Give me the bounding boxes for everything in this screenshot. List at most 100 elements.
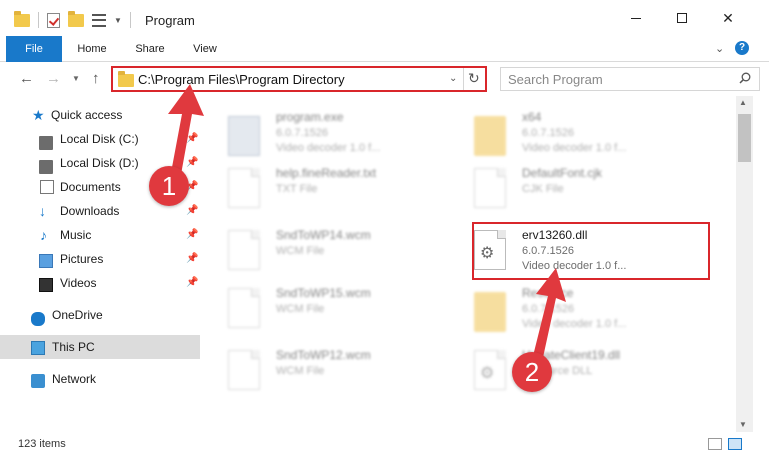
maximize-button[interactable] [659, 0, 705, 36]
new-folder-icon[interactable] [68, 10, 84, 27]
tab-share[interactable]: Share [128, 36, 172, 62]
sidebar-item-onedrive[interactable]: OneDrive [0, 303, 200, 327]
file-icon [228, 350, 260, 390]
sidebar-item-label: Documents [60, 180, 121, 194]
forward-arrow-icon[interactable]: → [46, 70, 61, 87]
file-item[interactable]: SndToWP15.wcm WCM File [228, 284, 468, 332]
video-icon [39, 278, 53, 292]
file-item[interactable]: Resource 6.0.7.1526 Video decoder 1.0 f.… [474, 284, 714, 332]
folder-icon [118, 71, 134, 87]
status-bar: 123 items [0, 432, 769, 456]
sidebar-item-pictures[interactable]: Pictures 📌 [0, 247, 200, 271]
folder-icon [474, 292, 506, 332]
pin-icon[interactable]: 📌 [186, 229, 198, 240]
file-description: Video decoder 1.0 f... [522, 318, 627, 330]
file-item[interactable]: x64 6.0.7.1526 Video decoder 1.0 f... [474, 108, 714, 156]
dll-gear-icon: ⚙ [474, 350, 506, 390]
up-arrow-icon[interactable]: ↑ [92, 70, 100, 87]
sidebar-item-label: OneDrive [52, 308, 103, 322]
properties-check-icon[interactable] [47, 12, 60, 28]
scrollbar-thumb[interactable] [738, 114, 751, 162]
back-arrow-icon[interactable]: ← [19, 70, 34, 87]
download-icon: ↓ [39, 203, 46, 219]
computer-icon [31, 341, 45, 355]
file-icon [228, 230, 260, 270]
callout-step-1: 1 [149, 166, 189, 206]
expand-ribbon-chevron-icon[interactable]: ⌄ [715, 42, 724, 55]
file-item[interactable]: program.exe 6.0.7.1526 Video decoder 1.0… [228, 108, 468, 156]
file-name: SndToWP14.wcm [276, 228, 371, 242]
file-version: 6.0.7.1526 [522, 127, 574, 139]
address-chevron-down-icon[interactable]: ⌄ [449, 73, 457, 84]
vertical-scrollbar[interactable]: ▲ ▼ [736, 96, 753, 432]
file-item[interactable]: DefaultFont.cjk CJK File [474, 164, 714, 212]
file-name: Resource [522, 286, 574, 300]
sidebar-item-local-disk-c[interactable]: Local Disk (C:) 📌 [0, 127, 200, 151]
sidebar-item-label: Downloads [60, 204, 120, 218]
recent-locations-chevron-icon[interactable]: ▼ [72, 74, 80, 83]
disk-icon [39, 136, 53, 150]
sidebar-item-label: Pictures [60, 252, 104, 266]
close-button[interactable]: ✕ [705, 0, 751, 36]
file-icon [228, 288, 260, 328]
sidebar-item-label: Music [60, 228, 92, 242]
pin-icon[interactable]: 📌 [186, 133, 198, 144]
minimize-icon [631, 17, 641, 19]
properties-list-icon[interactable] [92, 13, 106, 27]
pin-icon[interactable]: 📌 [186, 205, 198, 216]
sidebar-item-network[interactable]: Network [0, 367, 200, 391]
callout-step-2: 2 [512, 352, 552, 392]
file-item[interactable]: help.fineReader.txt TXT File [228, 164, 468, 212]
file-name: x64 [522, 110, 542, 124]
sidebar-item-label: Videos [60, 276, 97, 290]
sidebar-item-music[interactable]: ♪ Music 📌 [0, 223, 200, 247]
file-version: 6.0.7.1526 [276, 127, 328, 139]
refresh-icon[interactable]: ↻ [468, 70, 480, 87]
chevron-down-icon[interactable]: ▼ [114, 16, 122, 25]
search-box[interactable]: Search Program [500, 67, 760, 91]
file-type: WCM File [276, 303, 325, 315]
minimize-button[interactable] [613, 0, 659, 36]
close-icon: ✕ [722, 9, 734, 26]
tab-view[interactable]: View [186, 36, 224, 62]
document-icon [40, 180, 54, 194]
file-type: WCM File [276, 365, 325, 377]
tab-file[interactable]: File [6, 36, 62, 62]
scroll-down-icon[interactable]: ▼ [739, 420, 747, 429]
network-icon [31, 374, 45, 388]
file-name: SndToWP15.wcm [276, 286, 371, 300]
details-view-icon[interactable] [708, 438, 722, 450]
address-bar[interactable]: C:\Program Files\Program Directory ⌄ ↻ [111, 66, 487, 92]
sidebar-item-quick-access[interactable]: ★ Quick access [0, 103, 200, 127]
file-item[interactable]: ⚙ UpdateClient19.dll Resource DLL [474, 346, 714, 394]
folder-icon [474, 116, 506, 156]
toolbar-separator [129, 12, 131, 28]
file-item[interactable]: SndToWP14.wcm WCM File [228, 226, 468, 274]
navigation-bar: ← → ▼ ↑ C:\Program Files\Program Directo… [0, 62, 769, 96]
music-icon: ♪ [40, 227, 47, 243]
sidebar-item-label: Network [52, 372, 97, 386]
tab-home[interactable]: Home [70, 36, 114, 62]
file-type: TXT File [276, 183, 318, 195]
search-icon[interactable] [739, 72, 751, 84]
sidebar-item-label: Local Disk (C:) [60, 132, 139, 146]
file-description: Video decoder 1.0 f... [276, 142, 381, 154]
sidebar-item-label: Local Disk (D:) [60, 156, 139, 170]
search-input[interactable]: Search Program [508, 72, 603, 87]
sidebar-item-videos[interactable]: Videos 📌 [0, 271, 200, 295]
pin-icon[interactable]: 📌 [186, 157, 198, 168]
navigation-pane: ★ Quick access Local Disk (C:) 📌 Local D… [0, 96, 200, 432]
file-name: DefaultFont.cjk [522, 166, 603, 180]
maximize-icon [677, 13, 687, 23]
scroll-up-icon[interactable]: ▲ [739, 98, 747, 107]
sidebar-item-this-pc[interactable]: This PC [0, 335, 200, 359]
file-type: WCM File [276, 245, 325, 257]
pin-icon[interactable]: 📌 [186, 253, 198, 264]
help-icon[interactable]: ? [735, 41, 749, 55]
file-name: help.fineReader.txt [276, 166, 377, 180]
address-path[interactable]: C:\Program Files\Program Directory [138, 72, 345, 87]
pin-icon[interactable]: 📌 [186, 277, 198, 288]
title-bar: ▼ Program ✕ [0, 0, 769, 36]
file-item[interactable]: SndToWP12.wcm WCM File [228, 346, 468, 394]
large-icons-view-icon[interactable] [728, 438, 742, 450]
